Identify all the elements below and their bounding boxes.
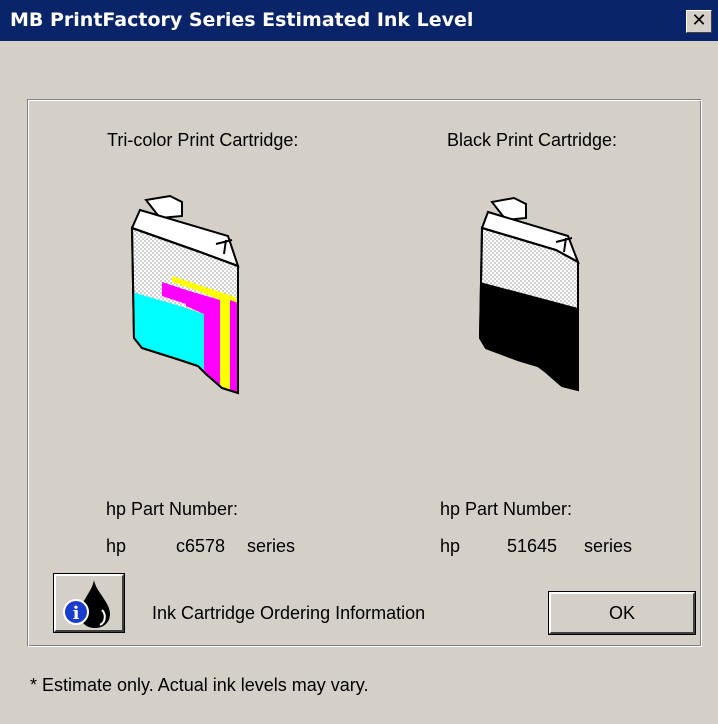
title-bar: MB PrintFactory Series Estimated Ink Lev…	[0, 0, 718, 41]
ok-button[interactable]: OK	[548, 591, 696, 635]
black-part-label: hp Part Number:	[440, 499, 573, 519]
close-icon: ✕	[691, 10, 707, 31]
window-title: MB PrintFactory Series Estimated Ink Lev…	[10, 9, 474, 31]
tricolor-heading: Tri-color Print Cartridge:	[107, 130, 299, 150]
black-cartridge-icon	[478, 196, 580, 392]
tricolor-series: series	[247, 536, 296, 556]
close-button[interactable]: ✕	[686, 10, 712, 33]
ok-label: OK	[608, 602, 635, 623]
footnote: * Estimate only. Actual ink levels may v…	[30, 675, 369, 695]
black-part-number: 51645	[507, 536, 558, 556]
ink-drop-info-icon: i	[63, 580, 110, 628]
ordering-label[interactable]: Ink Cartridge Ordering Information	[152, 603, 425, 624]
tricolor-part-number: c6578	[176, 536, 226, 556]
svg-text:i: i	[73, 603, 80, 624]
tricolor-part-label: hp Part Number:	[106, 499, 239, 519]
black-heading: Black Print Cartridge:	[447, 130, 618, 150]
tricolor-brand: hp	[106, 536, 127, 556]
tricolor-cartridge-icon	[130, 194, 240, 395]
ink-ordering-button[interactable]: i	[53, 573, 125, 633]
black-brand: hp	[440, 536, 461, 556]
black-series: series	[584, 536, 633, 556]
